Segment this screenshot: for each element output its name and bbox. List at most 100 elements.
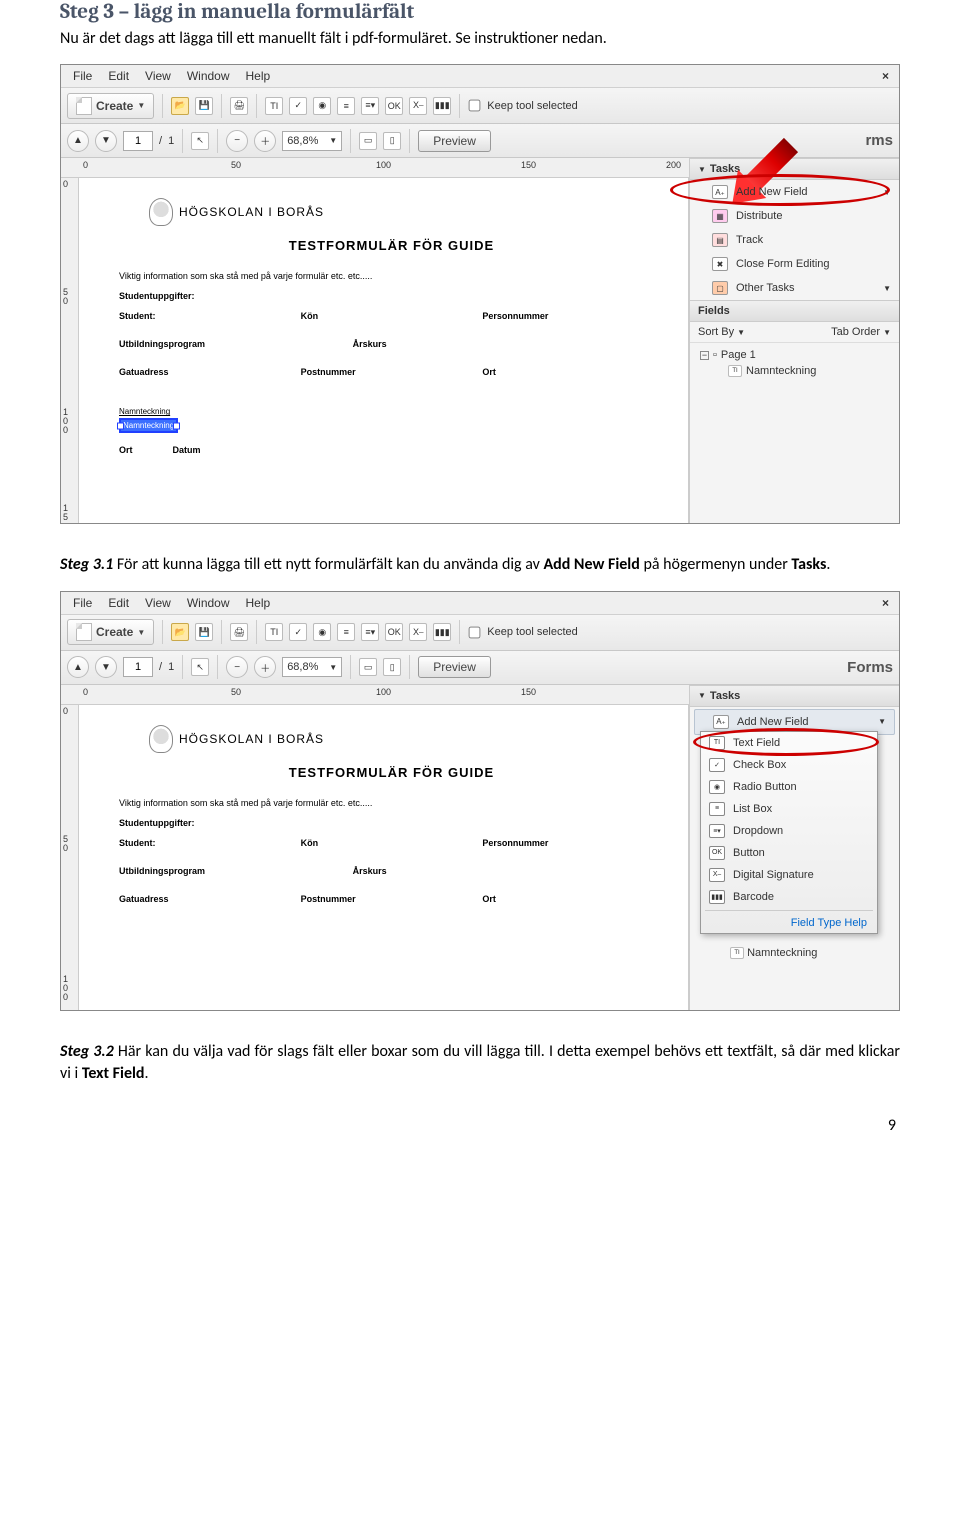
page-icon: ▫	[713, 349, 717, 361]
create-button[interactable]: Create ▼	[67, 93, 154, 119]
studentupp-label: Studentuppgifter:	[119, 818, 195, 828]
check-box-label: Check Box	[733, 759, 786, 771]
menu-edit[interactable]: Edit	[100, 67, 137, 85]
separator	[256, 94, 257, 118]
zoom-in-button[interactable]: ＋	[254, 656, 276, 678]
checkbox-tool-icon[interactable]: ✓	[289, 623, 307, 641]
popup-dropdown[interactable]: ≡▾ Dropdown	[701, 820, 877, 842]
page-down-button[interactable]: ▼	[95, 656, 117, 678]
close-editing-item[interactable]: ✖ Close Form Editing	[690, 252, 899, 276]
pointer-icon[interactable]: ↖	[191, 658, 209, 676]
menu-edit[interactable]: Edit	[100, 594, 137, 612]
view2-icon[interactable]: ▯	[383, 658, 401, 676]
button-tool-icon[interactable]: OK	[385, 623, 403, 641]
view2-icon[interactable]: ▯	[383, 132, 401, 150]
add-field-label: Add New Field	[736, 186, 808, 198]
view1-icon[interactable]: ▭	[359, 658, 377, 676]
preview-button[interactable]: Preview	[418, 656, 491, 678]
barcode-tool-icon[interactable]: ▮▮▮	[433, 97, 451, 115]
checkbox-tool-icon[interactable]: ✓	[289, 97, 307, 115]
tab-order-button[interactable]: Tab Order ▼	[831, 326, 891, 338]
ruler-tick: 1 5	[63, 504, 68, 522]
dropdown-tool-icon[interactable]: ≡▾	[361, 623, 379, 641]
textfield-tool-icon[interactable]: TI	[265, 97, 283, 115]
button-tool-icon[interactable]: OK	[385, 97, 403, 115]
barcode-tool-icon[interactable]: ▮▮▮	[433, 623, 451, 641]
signature-field[interactable]: Namnteckning	[119, 418, 178, 433]
close-icon[interactable]: ×	[874, 67, 895, 85]
popup-radio-button[interactable]: ◉ Radio Button	[701, 776, 877, 798]
print-icon[interactable]: 🖨	[230, 97, 248, 115]
textfield-tool-icon[interactable]: TI	[265, 623, 283, 641]
list-box-label: List Box	[733, 803, 772, 815]
tasks-header[interactable]: ▼ Tasks	[690, 685, 899, 707]
tree-page-node[interactable]: − ▫ Page 1	[700, 347, 889, 363]
popup-signature[interactable]: X⎯ Digital Signature	[701, 864, 877, 886]
save-icon[interactable]: 💾	[195, 623, 213, 641]
chevron-down-icon: ▼	[329, 663, 337, 672]
menu-view[interactable]: View	[137, 594, 179, 612]
print-icon[interactable]: 🖨	[230, 623, 248, 641]
separator	[350, 655, 351, 679]
zoom-input[interactable]: 68,8% ▼	[282, 657, 342, 677]
close-icon[interactable]: ×	[874, 594, 895, 612]
radio-tool-icon[interactable]: ◉	[313, 623, 331, 641]
menu-window[interactable]: Window	[179, 67, 238, 85]
menu-help[interactable]: Help	[238, 67, 279, 85]
radio-tool-icon[interactable]: ◉	[313, 97, 331, 115]
popup-text-field[interactable]: TI Text Field	[701, 732, 877, 754]
listbox-tool-icon[interactable]: ≡	[337, 623, 355, 641]
popup-list-box[interactable]: ≡ List Box	[701, 798, 877, 820]
city-label: Ort	[482, 894, 664, 904]
popup-barcode[interactable]: ▮▮▮ Barcode	[701, 886, 877, 908]
view1-icon[interactable]: ▭	[359, 132, 377, 150]
menu-window[interactable]: Window	[179, 594, 238, 612]
save-icon[interactable]: 💾	[195, 97, 213, 115]
page-input[interactable]	[123, 657, 153, 677]
text-field-label: Text Field	[733, 737, 780, 749]
pointer-icon[interactable]: ↖	[191, 132, 209, 150]
preview-button[interactable]: Preview	[418, 130, 491, 152]
menu-view[interactable]: View	[137, 67, 179, 85]
ruler-tick: 50	[231, 687, 241, 697]
signature-tool-icon[interactable]: X⎯	[409, 97, 427, 115]
keep-tool-checkbox[interactable]	[469, 626, 481, 638]
tree-minus-icon[interactable]: −	[700, 351, 709, 360]
logo-row: HÖGSKOLAN I BORÅS	[149, 198, 664, 226]
other-tasks-item[interactable]: ▢ Other Tasks ▼	[690, 276, 899, 300]
signature-tool-icon[interactable]: X⎯	[409, 623, 427, 641]
zoom-out-button[interactable]: −	[226, 656, 248, 678]
page-down-button[interactable]: ▼	[95, 130, 117, 152]
sort-by-button[interactable]: Sort By ▼	[698, 326, 745, 338]
open-icon[interactable]: 📂	[171, 623, 189, 641]
zoom-in-button[interactable]: ＋	[254, 130, 276, 152]
pdf-page: HÖGSKOLAN I BORÅS TESTFORMULÄR FÖR GUIDE…	[79, 178, 689, 524]
pager-bar: ▲ ▼ / 1 ↖ − ＋ 68,8% ▼ ▭ ▯ Preview Forms	[61, 651, 899, 685]
open-icon[interactable]: 📂	[171, 97, 189, 115]
menu-file[interactable]: File	[65, 594, 100, 612]
field-type-help-link[interactable]: Field Type Help	[701, 913, 877, 933]
distribute-item[interactable]: ▦ Distribute	[690, 204, 899, 228]
fields-header[interactable]: Fields	[690, 300, 899, 322]
zoom-out-button[interactable]: −	[226, 130, 248, 152]
page-total: 1	[168, 135, 174, 147]
separator	[409, 655, 410, 679]
track-icon: ▤	[712, 233, 728, 247]
menu-file[interactable]: File	[65, 67, 100, 85]
create-button[interactable]: Create ▼	[67, 619, 154, 645]
popup-button[interactable]: OK Button	[701, 842, 877, 864]
track-item[interactable]: ▤ Track	[690, 228, 899, 252]
listbox-tool-icon[interactable]: ≡	[337, 97, 355, 115]
popup-check-box[interactable]: ✓ Check Box	[701, 754, 877, 776]
dropdown-tool-icon[interactable]: ≡▾	[361, 97, 379, 115]
menu-help[interactable]: Help	[238, 594, 279, 612]
keep-tool-checkbox[interactable]	[469, 100, 481, 112]
page-input[interactable]	[123, 131, 153, 151]
zoom-input[interactable]: 68,8% ▼	[282, 131, 342, 151]
page-up-button[interactable]: ▲	[67, 656, 89, 678]
tree-field-node[interactable]: TI Namnteckning	[728, 363, 889, 379]
tasks-header[interactable]: ▼ Tasks	[690, 158, 899, 180]
ruler-tick: 0	[63, 707, 68, 716]
add-new-field-item[interactable]: A₊ Add New Field ▼	[690, 180, 899, 204]
page-up-button[interactable]: ▲	[67, 130, 89, 152]
